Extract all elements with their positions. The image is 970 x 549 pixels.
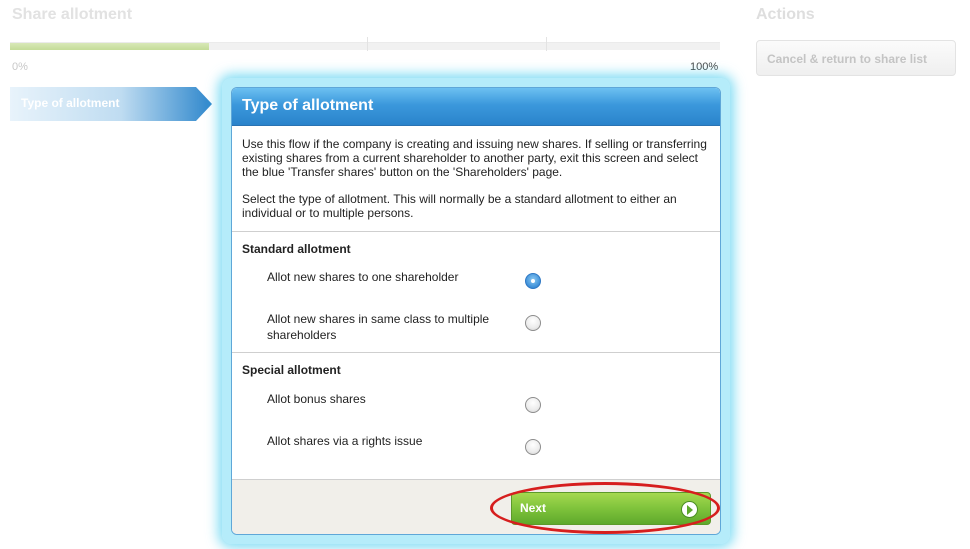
radio-one-shareholder[interactable] xyxy=(525,273,541,289)
arrow-right-icon xyxy=(681,501,698,518)
page-title: Share allotment xyxy=(12,6,133,23)
option-label: Allot shares via a rights issue xyxy=(267,434,423,448)
next-button-label: Next xyxy=(520,501,547,515)
intro-paragraph-2: Select the type of allotment. This will … xyxy=(242,192,677,220)
radio-bonus-shares[interactable] xyxy=(525,397,541,413)
option-label: Allot bonus shares xyxy=(267,392,366,406)
dialog-footer: Next xyxy=(232,479,720,534)
progress-start-label: 0% xyxy=(12,61,28,73)
progress-divider xyxy=(367,37,368,51)
dialog-intro: Use this flow if the company is creating… xyxy=(232,126,720,231)
option-row[interactable]: Allot shares via a rights issue xyxy=(232,429,720,471)
progress-divider xyxy=(546,37,547,51)
option-label: Allot new shares in same class to multip… xyxy=(267,312,490,342)
next-button[interactable]: Next xyxy=(511,492,711,525)
radio-rights-issue[interactable] xyxy=(525,439,541,455)
option-row[interactable]: Allot bonus shares xyxy=(232,387,720,429)
cancel-return-button[interactable]: Cancel & return to share list xyxy=(756,40,956,76)
progress-bar xyxy=(10,37,720,51)
section-special-allotment: Special allotment Allot bonus shares All… xyxy=(232,353,720,471)
progress-end-label: 100% xyxy=(690,61,719,73)
step-type-of-allotment[interactable]: Type of allotment xyxy=(10,87,212,121)
actions-title: Actions xyxy=(756,6,815,23)
progress-fill xyxy=(10,43,209,50)
radio-multiple-shareholders[interactable] xyxy=(525,315,541,331)
option-row[interactable]: Allot new shares in same class to multip… xyxy=(232,304,720,352)
dialog-title: Type of allotment xyxy=(232,88,720,126)
section-title: Special allotment xyxy=(242,363,341,377)
intro-paragraph-1: Use this flow if the company is creating… xyxy=(242,137,707,179)
allotment-type-dialog: Type of allotment Use this flow if the c… xyxy=(231,87,721,535)
option-row[interactable]: Allot new shares to one shareholder xyxy=(232,262,720,304)
option-label: Allot new shares to one shareholder xyxy=(267,270,459,284)
section-title: Standard allotment xyxy=(242,242,351,256)
section-standard-allotment: Standard allotment Allot new shares to o… xyxy=(232,232,720,352)
